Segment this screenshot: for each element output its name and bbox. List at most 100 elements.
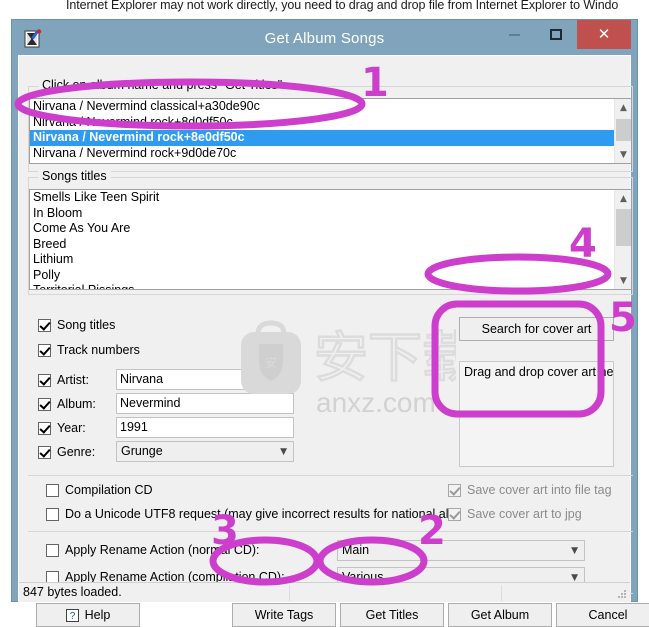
svg-text:安: 安 [265,355,277,370]
list-item[interactable]: In Bloom [30,206,614,222]
album-checkbox[interactable] [38,397,51,411]
scroll-up-icon[interactable]: ▲ [615,99,631,116]
dropzone-label: Drag and drop cover art here [464,365,614,379]
album-input[interactable]: Nevermind [116,393,294,414]
close-button[interactable]: ✕ [577,20,631,49]
rename-normal-value: Main [342,543,370,557]
cancel-label: Cancel [588,608,628,622]
annotation-number-4: 4 [569,221,597,267]
year-label: Year: [57,421,86,435]
genre-checkbox-row[interactable]: Genre: [38,445,95,459]
scroll-down-icon[interactable]: ▼ [615,146,631,163]
maximize-icon [550,29,562,40]
album-group-label: Click on album name and press "Get Title… [38,78,287,92]
rename-normal-combobox[interactable]: Main ▼ [337,540,585,561]
cancel-button[interactable]: Cancel [556,603,649,627]
genre-label: Genre: [57,445,96,459]
annotation-number-1: 1 [361,60,389,106]
genre-checkbox[interactable] [38,445,51,459]
list-item[interactable]: Come As You Are [30,221,614,237]
songs-list[interactable]: Smells Like Teen Spirit In Bloom Come As… [29,189,632,290]
scrollbar-thumb[interactable] [616,209,631,246]
songs-list-scrollbar[interactable]: ▲ ▼ [614,190,631,289]
chevron-down-icon[interactable]: ▼ [571,541,578,561]
list-item[interactable]: Nirvana / Nevermind rock+8d0df50c [30,115,614,131]
minimize-icon [508,33,520,36]
get-album-songs-window: Get Album Songs ✕ 安 安下载 anxz.com Click o… [11,19,649,627]
window-titlebar: Get Album Songs ✕ [18,20,631,55]
album-list-scrollbar[interactable]: ▲ ▼ [614,99,631,163]
list-item[interactable]: Territorial Pissings [30,283,614,289]
maximize-button[interactable] [535,20,577,49]
write-tags-label: Write Tags [254,608,314,622]
compilation-cd-label: Compilation CD [65,483,153,497]
album-checkbox-row[interactable]: Album: [38,397,96,411]
save-cover-into-tag-checkbox [448,483,461,497]
list-item-selected[interactable]: Nirvana / Nevermind rock+8e0df50c [30,130,614,146]
album-label: Album: [57,397,96,411]
cover-art-dropzone[interactable]: Drag and drop cover art here [459,361,614,467]
artist-input[interactable]: Nirvana [116,369,294,390]
get-titles-label: Get Titles [365,608,419,622]
statusbar: 847 bytes loaded. [19,582,630,602]
track-numbers-label: Track numbers [57,343,140,357]
list-item[interactable]: Lithium [30,252,614,268]
year-input[interactable]: 1991 [116,417,294,438]
annotation-number-3: 3 [211,508,239,554]
song-titles-checkbox[interactable] [38,318,51,332]
write-tags-button[interactable]: Write Tags [232,603,336,627]
get-album-label: Get Album [470,608,530,622]
annotation-number-5: 5 [609,295,637,341]
unicode-request-label: Do a Unicode UTF8 request (may give inco… [65,507,456,521]
artist-checkbox[interactable] [38,373,51,387]
unicode-request-checkbox[interactable] [46,507,59,521]
annotation-number-2: 2 [418,508,446,554]
list-item[interactable]: Nirvana / Nevermind classical+a30de90c [30,99,614,115]
song-titles-checkbox-row[interactable]: Song titles [38,318,115,332]
year-checkbox-row[interactable]: Year: [38,421,86,435]
help-question-icon: ? [65,608,79,622]
help-button[interactable]: ? Help [36,603,140,627]
scrollbar-thumb[interactable] [616,119,631,141]
list-item[interactable]: Smells Like Teen Spirit [30,190,614,206]
search-cover-art-label: Search for cover art [481,322,592,336]
chevron-down-icon[interactable]: ▼ [280,442,287,462]
scroll-up-icon[interactable]: ▲ [615,190,631,207]
close-icon: ✕ [597,25,611,43]
genre-combobox[interactable]: Grunge ▼ [116,441,294,462]
minimize-button[interactable] [493,20,535,49]
list-item[interactable]: Breed [30,237,614,253]
statusbar-divider [501,585,502,601]
song-titles-label: Song titles [57,318,116,332]
svg-text:anxz.com: anxz.com [316,387,436,418]
list-item[interactable]: Polly [30,268,614,284]
save-cover-to-jpg-checkbox [448,507,461,521]
unicode-request-checkbox-row[interactable]: Do a Unicode UTF8 request (may give inco… [46,507,455,521]
track-numbers-checkbox[interactable] [38,343,51,357]
artist-checkbox-row[interactable]: Artist: [38,373,89,387]
help-label: Help [84,608,111,622]
year-checkbox[interactable] [38,421,51,435]
album-list-items: Nirvana / Nevermind classical+a30de90c N… [30,99,614,163]
compilation-cd-checkbox[interactable] [46,483,59,497]
svg-text:安下载: 安下载 [314,326,456,389]
save-cover-to-jpg-row: Save cover art to jpg [448,507,582,521]
statusbar-divider [289,585,290,601]
svg-text:?: ? [69,611,75,622]
background-page-text: Internet Explorer may not work directly,… [66,0,619,12]
compilation-cd-checkbox-row[interactable]: Compilation CD [46,483,153,497]
genre-value: Grunge [121,444,163,458]
scroll-down-icon[interactable]: ▼ [615,272,631,289]
search-cover-art-button[interactable]: Search for cover art [459,317,614,341]
songs-group-label: Songs titles [38,169,111,183]
separator-2 [28,531,633,532]
resize-grip-icon[interactable] [616,588,628,600]
rename-normal-checkbox[interactable] [46,543,59,557]
track-numbers-checkbox-row[interactable]: Track numbers [38,343,140,357]
list-item[interactable]: Nirvana / Nevermind rock+9d0de70c [30,146,614,162]
album-list[interactable]: Nirvana / Nevermind classical+a30de90c N… [29,98,632,164]
get-titles-button[interactable]: Get Titles [340,603,444,627]
save-cover-into-tag-row: Save cover art into file tag [448,483,612,497]
get-album-button[interactable]: Get Album [448,603,552,627]
artist-label: Artist: [57,373,89,387]
